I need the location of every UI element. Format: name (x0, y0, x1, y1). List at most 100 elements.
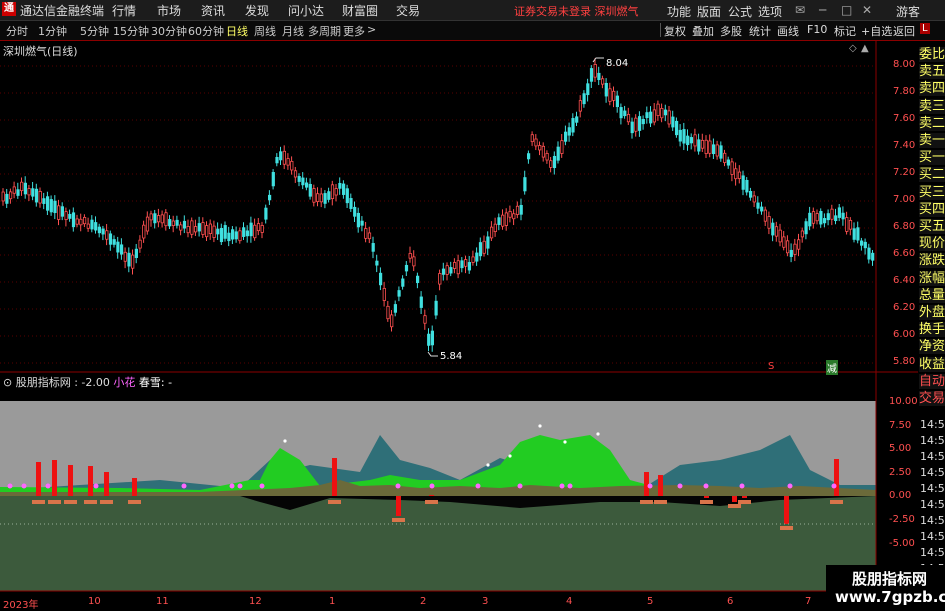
side-item[interactable]: 总量 (919, 287, 945, 303)
back-button[interactable]: 返回 (893, 23, 915, 39)
signal-cap (84, 500, 97, 504)
candle-body (575, 116, 579, 123)
tab-more[interactable]: 更多 (343, 23, 365, 39)
menu-options[interactable]: 选项 (758, 3, 782, 20)
menu-item-wealth[interactable]: 财富圈 (342, 2, 378, 19)
menu-function[interactable]: 功能 (667, 3, 691, 20)
close-icon[interactable]: ✕ (862, 3, 872, 17)
candle-body (715, 144, 719, 157)
candle-body (1, 191, 5, 202)
candle-body (123, 251, 127, 262)
restore-rights-button[interactable]: 复权 (664, 23, 686, 39)
tab-5min[interactable]: 5分钟 (80, 23, 109, 39)
side-item[interactable]: 委比 (919, 47, 945, 62)
candle-body (260, 225, 264, 233)
y-tick: 6.40 (893, 275, 916, 286)
tab-60min[interactable]: 60分钟 (188, 23, 224, 39)
side-item[interactable]: 卖一 (919, 133, 945, 148)
candle-body (619, 107, 623, 119)
minimize-icon[interactable]: ─ (819, 3, 826, 17)
side-item[interactable]: 卖五 (919, 64, 945, 80)
menu-item-discover[interactable]: 发现 (245, 2, 269, 19)
side-time: 14:56 (920, 418, 945, 431)
side-item[interactable]: 买四 (919, 201, 945, 217)
tab-30min[interactable]: 30分钟 (151, 23, 187, 39)
side-item[interactable]: 涨幅 (919, 270, 945, 286)
side-item[interactable]: 换手 (919, 322, 945, 338)
candle-body (153, 213, 157, 224)
signal-dot (703, 483, 709, 489)
side-item[interactable]: 买五 (919, 219, 945, 234)
diamond-icon[interactable]: ◇ (849, 43, 857, 54)
marker-dot (283, 439, 287, 443)
tab-15min[interactable]: 15分钟 (113, 23, 149, 39)
candle-body (330, 184, 335, 200)
menu-item-ask[interactable]: 问小达 (288, 2, 324, 19)
overlay-button[interactable]: 叠加 (692, 23, 714, 39)
signal-bar (88, 466, 93, 496)
candle-body (5, 193, 9, 204)
candle-body (811, 211, 816, 224)
candle-body (412, 256, 416, 267)
add-watchlist-button[interactable]: +自选 (861, 23, 892, 39)
signal-bar (658, 475, 663, 496)
login-status[interactable]: 证券交易未登录 深圳燃气 (514, 3, 639, 19)
menu-formula[interactable]: 公式 (728, 3, 752, 20)
low-marker-line (427, 351, 438, 357)
side-item[interactable]: 收益 (919, 356, 945, 372)
guest-label[interactable]: 游客 (896, 3, 920, 20)
side-item[interactable]: 净资 (919, 339, 945, 355)
f10-button[interactable]: F10 (807, 23, 827, 36)
candle-body (149, 213, 153, 221)
menu-item-market[interactable]: 行情 (112, 2, 136, 19)
indicator-name[interactable]: 股朋指标网 (16, 376, 71, 389)
tab-daily[interactable]: 日线 (226, 23, 248, 39)
settings-icon[interactable]: ▲ (861, 43, 869, 54)
tab-timeshare[interactable]: 分时 (6, 23, 28, 39)
menu-item-markets[interactable]: 市场 (157, 2, 181, 19)
side-item[interactable]: 现价 (919, 236, 945, 252)
draw-line-button[interactable]: 画线 (777, 23, 799, 39)
menu-layout[interactable]: 版面 (697, 3, 721, 20)
tab-monthly[interactable]: 月线 (282, 23, 304, 39)
candle-body (301, 177, 305, 186)
candle-body (808, 212, 812, 227)
side-item[interactable]: 买二 (919, 167, 945, 183)
candle-body (205, 225, 209, 238)
candle-body (527, 153, 531, 160)
tab-1min[interactable]: 1分钟 (38, 23, 67, 39)
mark-button[interactable]: 标记 (834, 23, 856, 39)
signal-dot (237, 483, 243, 489)
tab-multi-period[interactable]: 多周期 (308, 23, 341, 39)
message-icon[interactable]: ✉ (795, 3, 805, 17)
side-item[interactable]: 卖三 (919, 98, 945, 114)
side-item[interactable]: 买一 (919, 150, 945, 166)
candle-body (164, 212, 168, 227)
menu-item-news[interactable]: 资讯 (201, 2, 225, 19)
side-item[interactable]: 买三 (919, 184, 945, 200)
side-item[interactable]: 交易 (919, 391, 945, 406)
signal-bar (104, 472, 109, 496)
candle-body (471, 256, 475, 263)
indicator-collapse-icon[interactable]: ⊙ (3, 376, 12, 389)
candle-body (778, 229, 782, 243)
candle-body (12, 186, 16, 194)
side-panel-badge[interactable]: L (920, 23, 930, 34)
menu-item-trade[interactable]: 交易 (396, 2, 420, 19)
side-item[interactable]: 外盘 (919, 305, 945, 320)
side-item[interactable]: 涨跌 (919, 253, 945, 269)
tab-weekly[interactable]: 周线 (254, 23, 276, 39)
side-item[interactable]: 卖二 (919, 115, 945, 131)
x-tick: 5 (647, 596, 654, 607)
candle-body (371, 243, 375, 252)
candle-body (586, 83, 590, 96)
candle-body (704, 139, 708, 154)
side-item[interactable]: 自动 (919, 373, 945, 389)
price-grid (0, 65, 876, 364)
side-item[interactable]: 卖四 (919, 81, 945, 97)
stock-chart[interactable] (0, 40, 918, 609)
statistics-button[interactable]: 统计 (749, 23, 771, 39)
chevron-right-icon[interactable]: > (367, 23, 376, 36)
maximize-icon[interactable]: □ (841, 3, 852, 17)
multi-stock-button[interactable]: 多股 (720, 23, 742, 39)
